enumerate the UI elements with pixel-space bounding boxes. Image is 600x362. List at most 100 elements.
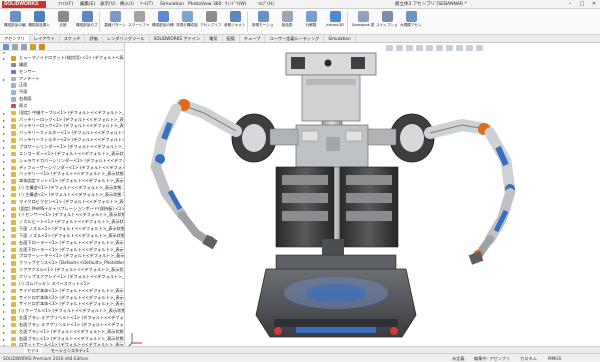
ribbon-button-0[interactable]: 構成部品の編集 (4, 11, 26, 27)
tree-item[interactable]: ▸ エンコーダー<1> (デフォルト<<デフォルト>_表示状態 1>) (0, 151, 124, 158)
expand-arrow-icon[interactable]: ▸ (3, 309, 5, 314)
tab-6[interactable]: 電気 (205, 35, 223, 42)
tree-item[interactable]: ▸ クリップスクアレイ<1> (デフォルト<<デフォルト>_表示状態 1>) (0, 274, 124, 281)
ribbon-button-16[interactable]: 大規模アセンブリ (400, 11, 422, 27)
tab-7[interactable]: 配管 (223, 35, 240, 42)
expand-arrow-icon[interactable]: ▸ (3, 193, 5, 198)
ribbon-button-13[interactable]: Instant3D (324, 11, 346, 27)
ribbon-button-7[interactable]: 非表示構成部品の表示 (176, 11, 198, 27)
expand-arrow-icon[interactable]: ▸ (3, 138, 5, 143)
graphics-area[interactable] (126, 43, 600, 352)
tree-item[interactable]: ▸ (-) 主構造<1> (デフォルト<<デフォルト>_表示状態 1>) (0, 185, 124, 192)
menu-edit[interactable]: 編集(E) (80, 1, 95, 8)
expand-arrow-icon[interactable]: ▸ (3, 77, 5, 82)
menu-help[interactable]: ﾍﾙﾌﾟ(H) (258, 1, 274, 8)
tree-item[interactable]: ▸ 右面下ローラー<1> (デフォルト<<デフォルト>_表示状態 1>) (0, 240, 124, 247)
tree-item[interactable]: ▸ サイドロボ本体<1> (デフォルト<<デフォルト>_表示状態 1>) (0, 288, 124, 295)
robot-model-view[interactable] (126, 43, 600, 352)
tree-item[interactable]: 正面 (0, 82, 124, 89)
tab-3[interactable]: 評価 (85, 35, 103, 42)
expand-arrow-icon[interactable]: ▸ (3, 186, 5, 191)
ribbon-button-4[interactable]: 直線パターン (104, 11, 126, 27)
menu-window[interactable]: ｳｨﾝﾄﾞｳ(W) (225, 1, 246, 8)
expand-arrow-icon[interactable]: ▸ (3, 152, 5, 157)
tree-item[interactable]: ▸ ブロワーシリンダー<1> (デフォルト<<デフォルト>_表示状態 1>) (0, 144, 124, 151)
menu-view[interactable]: 表示(V) (100, 1, 116, 8)
dimxpert-icon[interactable] (30, 44, 36, 50)
tree-item[interactable]: ▸ バッテリーフィルター<2> (デフォルト<<デフォルト>_表示状態 1>) (0, 137, 124, 144)
expand-arrow-icon[interactable]: ▸ (3, 213, 5, 218)
expand-arrow-icon[interactable]: ▸ (3, 302, 5, 307)
ribbon-button-3[interactable]: 構成部品のプレビューウィンドウ (76, 11, 98, 27)
ribbon-button-1[interactable]: 構成部品挿入 (28, 11, 50, 27)
tree-item[interactable]: ▸ 右面ブラシ キアブリベルト<1> (デフォルト<<デフォルト>_表示状態 1>… (0, 322, 124, 329)
expand-arrow-icon[interactable]: ▸ (3, 337, 5, 342)
tab-10[interactable]: Simulation (324, 35, 356, 42)
expand-arrow-icon[interactable]: ▸ (3, 207, 5, 212)
expand-arrow-icon[interactable]: ▸ (3, 179, 5, 184)
status-units[interactable]: MMGS (548, 354, 561, 362)
tree-item[interactable]: 原点 (0, 103, 124, 110)
expand-arrow-icon[interactable]: ▸ (3, 323, 5, 328)
menu-insert[interactable]: 挿入(I) (120, 1, 134, 8)
tree-item[interactable]: ▸ 左面ブラシ<1> (デフォルト<<デフォルト>_表示状態 1>) (0, 329, 124, 336)
expand-arrow-icon[interactable]: ▸ (3, 172, 5, 177)
tab-8[interactable]: チューブ (240, 35, 266, 42)
expand-arrow-icon[interactable]: ▸ (3, 220, 5, 225)
expand-arrow-icon[interactable]: ▸ (3, 159, 5, 164)
tree-item[interactable]: ▸ シュラウドカバーシリンダー<1> (デフォルト<<デフォルト>_表示状態 1>… (0, 158, 124, 165)
ribbon-button-6[interactable]: 構成部品の移動 (152, 11, 174, 27)
tab-5[interactable]: SOLIDWORKS アドイン (150, 35, 206, 42)
tree-item[interactable]: ▸ アノテート (0, 76, 124, 83)
expand-arrow-icon[interactable]: ▸ (3, 330, 5, 335)
expand-arrow-icon[interactable]: ▸ (3, 227, 5, 232)
expand-arrow-icon[interactable]: ▸ (3, 316, 5, 321)
property-manager-icon[interactable] (12, 44, 18, 50)
tab-0[interactable]: アセンブリ (0, 35, 30, 42)
tree-item[interactable]: ▸ 下面 ノズル<1> (デフォルト<<デフォルト>_表示状態 1>) (0, 226, 124, 233)
ribbon-button-5[interactable]: スマートファスナー (128, 11, 150, 27)
expand-arrow-icon[interactable]: ▸ (3, 166, 5, 171)
menu-simulation[interactable]: Simulation (160, 1, 184, 8)
maximize-icon[interactable]: □ (578, 1, 586, 8)
tree-item[interactable]: 履歴 (0, 62, 124, 69)
tree-item[interactable]: ▸ マイクロビクセン<1> (デフォルト<<デフォルト>_表示状態 1>) (0, 199, 124, 206)
tree-item[interactable]: ▸ ヒューマノイドロボット(検討用) <1> (デフォルト<表示状態-1>) (0, 55, 124, 62)
expand-arrow-icon[interactable]: ▸ (3, 254, 5, 259)
menu-photoview[interactable]: PhotoView 360 (188, 1, 222, 8)
expand-arrow-icon[interactable]: ▸ (3, 56, 5, 61)
tree-item[interactable]: ▸ (-) 主構造<2> (デフォルト<<デフォルト>_表示状態 1>) (0, 192, 124, 199)
expand-arrow-icon[interactable]: ▸ (3, 131, 5, 136)
expand-arrow-icon[interactable]: ▸ (3, 124, 5, 129)
ribbon-button-10[interactable]: 新規モーションスタディ (252, 11, 274, 27)
status-custom[interactable]: カスタム (520, 354, 537, 362)
expand-arrow-icon[interactable]: ▸ (3, 234, 5, 239)
expand-arrow-icon[interactable]: ▸ (3, 241, 5, 246)
expand-arrow-icon[interactable]: ▸ (3, 268, 5, 273)
ribbon-button-15[interactable]: スナップショット (376, 11, 398, 27)
tree-item[interactable]: ▸ 本体固定マット<1> (デフォルト<<デフォルト>_表示状態 1>) (0, 178, 124, 185)
tab-9[interactable]: ユーザー定義ルーティング (265, 35, 325, 42)
tree-item[interactable]: ▸ リアアクスル<1> (デフォルト<<デフォルト>_表示状態 1>) (0, 267, 124, 274)
ribbon-button-11[interactable]: 部品表 (276, 11, 298, 27)
configuration-manager-icon[interactable] (21, 44, 27, 50)
tree-item[interactable]: 右側面 (0, 96, 124, 103)
tree-item[interactable]: ▸ 下面 ノズル<2> (デフォルト<<デフォルト>_表示状態 1>) (0, 233, 124, 240)
expand-arrow-icon[interactable]: ▸ (3, 282, 5, 287)
expand-arrow-icon[interactable]: ▸ (3, 296, 5, 301)
menu-tools[interactable]: ﾂｰﾙ(T) (140, 1, 153, 8)
minimize-icon[interactable]: – (566, 1, 574, 8)
expand-arrow-icon[interactable]: ▸ (3, 248, 5, 253)
tab-2[interactable]: スケッチ (60, 35, 86, 42)
expand-arrow-icon[interactable]: ▸ (3, 111, 5, 116)
menu-file[interactable]: ﾌｧｲﾙ(F) (58, 1, 73, 8)
close-icon[interactable]: ✕ (590, 1, 598, 8)
expand-arrow-icon[interactable]: ▸ (3, 289, 5, 294)
expand-arrow-icon[interactable]: ▸ (3, 200, 5, 205)
tree-item[interactable]: センサー (0, 69, 124, 76)
tree-item[interactable]: ▸ (固定) 中継ケーブル<1> (デフォルト<<デフォルト>_表示状態 1>) (0, 110, 124, 117)
expand-arrow-icon[interactable]: ▸ (3, 275, 5, 280)
expand-arrow-icon[interactable]: ▸ (3, 261, 5, 266)
ribbon-button-8[interactable]: アセンブリフィーチャー (200, 11, 222, 27)
expand-arrow-icon[interactable]: ▸ (3, 145, 5, 150)
